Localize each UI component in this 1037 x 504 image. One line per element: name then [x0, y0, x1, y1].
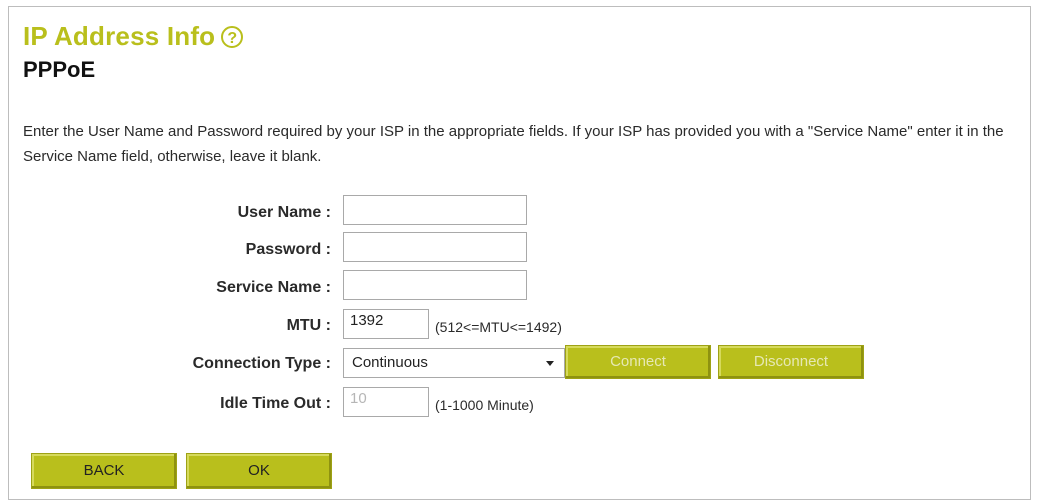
page-subtitle: PPPoE — [23, 57, 96, 82]
connect-button[interactable]: Connect — [565, 345, 711, 379]
service-name-input[interactable] — [343, 270, 527, 300]
back-button[interactable]: BACK — [31, 453, 177, 489]
description-text: Enter the User Name and Password require… — [23, 123, 1004, 165]
idle-time-out-hint: (1-1000 Minute) — [435, 397, 534, 413]
connection-type-label: Connection Type : — [192, 355, 331, 372]
disconnect-button[interactable]: Disconnect — [718, 345, 864, 379]
idle-time-out-label: Idle Time Out : — [220, 395, 331, 412]
idle-time-out-input[interactable]: 10 — [343, 387, 429, 417]
connection-type-select[interactable]: Continuous — [343, 348, 565, 378]
mtu-hint: (512<=MTU<=1492) — [435, 319, 562, 335]
password-input[interactable] — [343, 232, 527, 262]
ok-button[interactable]: OK — [186, 453, 332, 489]
service-name-label: Service Name : — [216, 279, 331, 296]
user-name-input[interactable] — [343, 195, 527, 225]
connection-type-selected: Continuous — [352, 354, 428, 371]
mtu-label: MTU : — [286, 317, 331, 334]
title-row: IP Address Info ? — [23, 21, 244, 52]
user-name-label: User Name : — [237, 204, 331, 221]
page-title: IP Address Info — [23, 21, 216, 51]
password-label: Password : — [245, 241, 331, 258]
question-circle-icon[interactable]: ? — [221, 25, 244, 48]
mtu-input[interactable]: 1392 — [343, 309, 429, 339]
pppoe-settings-panel: IP Address Info ? PPPoE Enter the User N… — [8, 6, 1031, 500]
chevron-down-icon — [546, 361, 554, 366]
